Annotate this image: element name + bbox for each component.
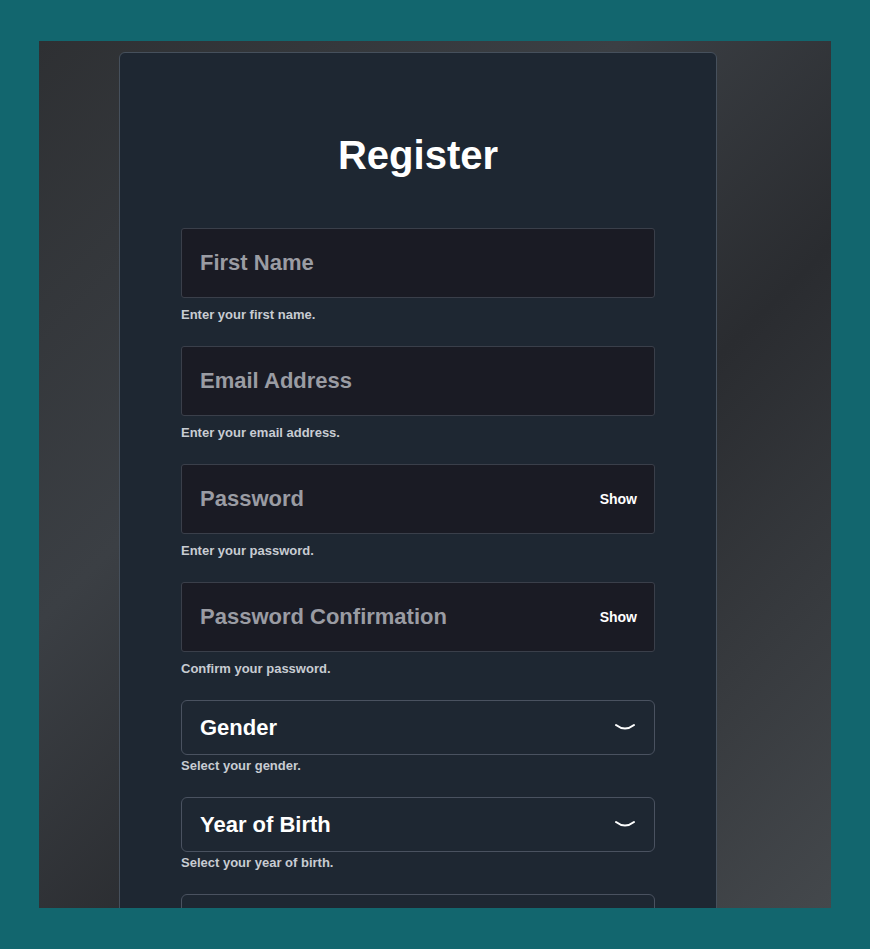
form-field: Password Confirmation Show Confirm your pa… [181,582,655,677]
select-label: Year of Birth [200,812,331,838]
form-field: Password Show Enter your password. [181,464,655,559]
help-text: Enter your email address. [181,425,655,441]
input-placeholder: Password Confirmation [200,604,447,630]
form-field [181,894,655,908]
input-placeholder: Password [200,486,304,512]
help-text: Confirm your password. [181,661,655,677]
page: Register First Name Enter your first name.… [0,0,870,949]
form-field: Email Address Enter your email address. [181,346,655,441]
input-placeholder: First Name [200,250,314,276]
input-placeholder: Email Address [200,368,352,394]
help-text: Select your gender. [181,758,655,774]
select-dropdown[interactable]: Year of Birth [181,797,655,852]
form-field: Year of Birth Select your year of birth. [181,797,655,871]
help-text: Enter your first name. [181,307,655,323]
chevron-down-icon [614,723,636,733]
form-field: First Name Enter your first name. [181,228,655,323]
register-title: Register [181,131,655,179]
chevron-down-icon [614,820,636,830]
select-label: Gender [200,715,277,741]
field-list: First Name Enter your first name. Email Ad… [181,228,655,908]
background-photo: Register First Name Enter your first name.… [39,41,831,908]
text-input[interactable]: Email Address [181,346,655,416]
show-password-button[interactable]: Show [600,491,637,507]
text-input[interactable]: Password Show [181,464,655,534]
select-dropdown[interactable]: Gender [181,700,655,755]
register-card: Register First Name Enter your first name.… [119,52,717,908]
select-dropdown[interactable] [181,894,655,908]
help-text: Select your year of birth. [181,855,655,871]
help-text: Enter your password. [181,543,655,559]
form-field: Gender Select your gender. [181,700,655,774]
text-input[interactable]: First Name [181,228,655,298]
text-input[interactable]: Password Confirmation Show [181,582,655,652]
show-password-button[interactable]: Show [600,609,637,625]
